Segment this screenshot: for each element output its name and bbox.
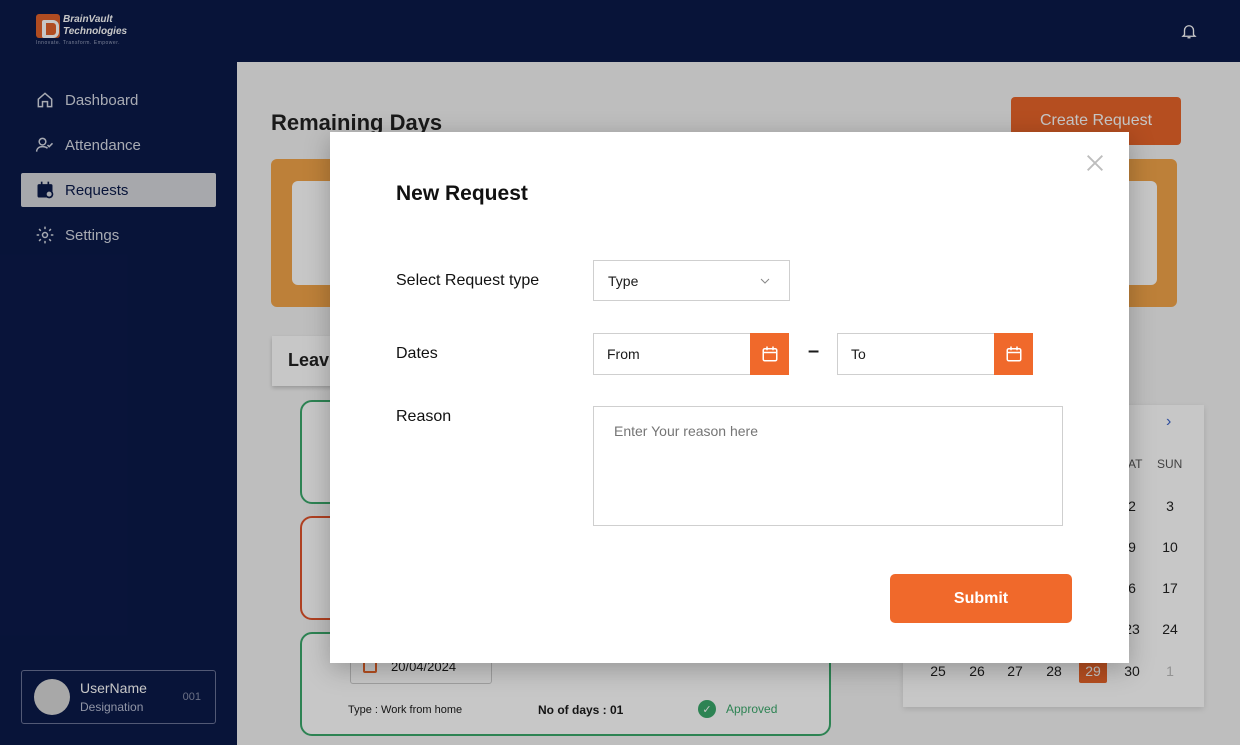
request-type-label: Select Request type	[396, 272, 540, 289]
chevron-down-icon	[760, 278, 770, 284]
from-date-field[interactable]: From	[593, 333, 789, 375]
calendar-icon	[762, 346, 777, 362]
to-date-field[interactable]: To	[837, 333, 1033, 375]
calendar-icon	[1006, 346, 1021, 362]
reason-label: Reason	[396, 408, 452, 425]
to-calendar-button[interactable]	[994, 333, 1033, 375]
close-icon[interactable]	[1084, 152, 1106, 174]
dates-label: Dates	[396, 345, 438, 362]
reason-textarea[interactable]	[593, 406, 1063, 526]
new-request-modal: New Request Select Request type Type Dat…	[330, 132, 1129, 663]
request-type-select[interactable]: Type	[593, 260, 790, 301]
modal-title: New Request	[396, 182, 528, 205]
submit-button[interactable]: Submit	[890, 574, 1072, 623]
date-separator: –	[808, 340, 820, 362]
from-calendar-button[interactable]	[750, 333, 789, 375]
